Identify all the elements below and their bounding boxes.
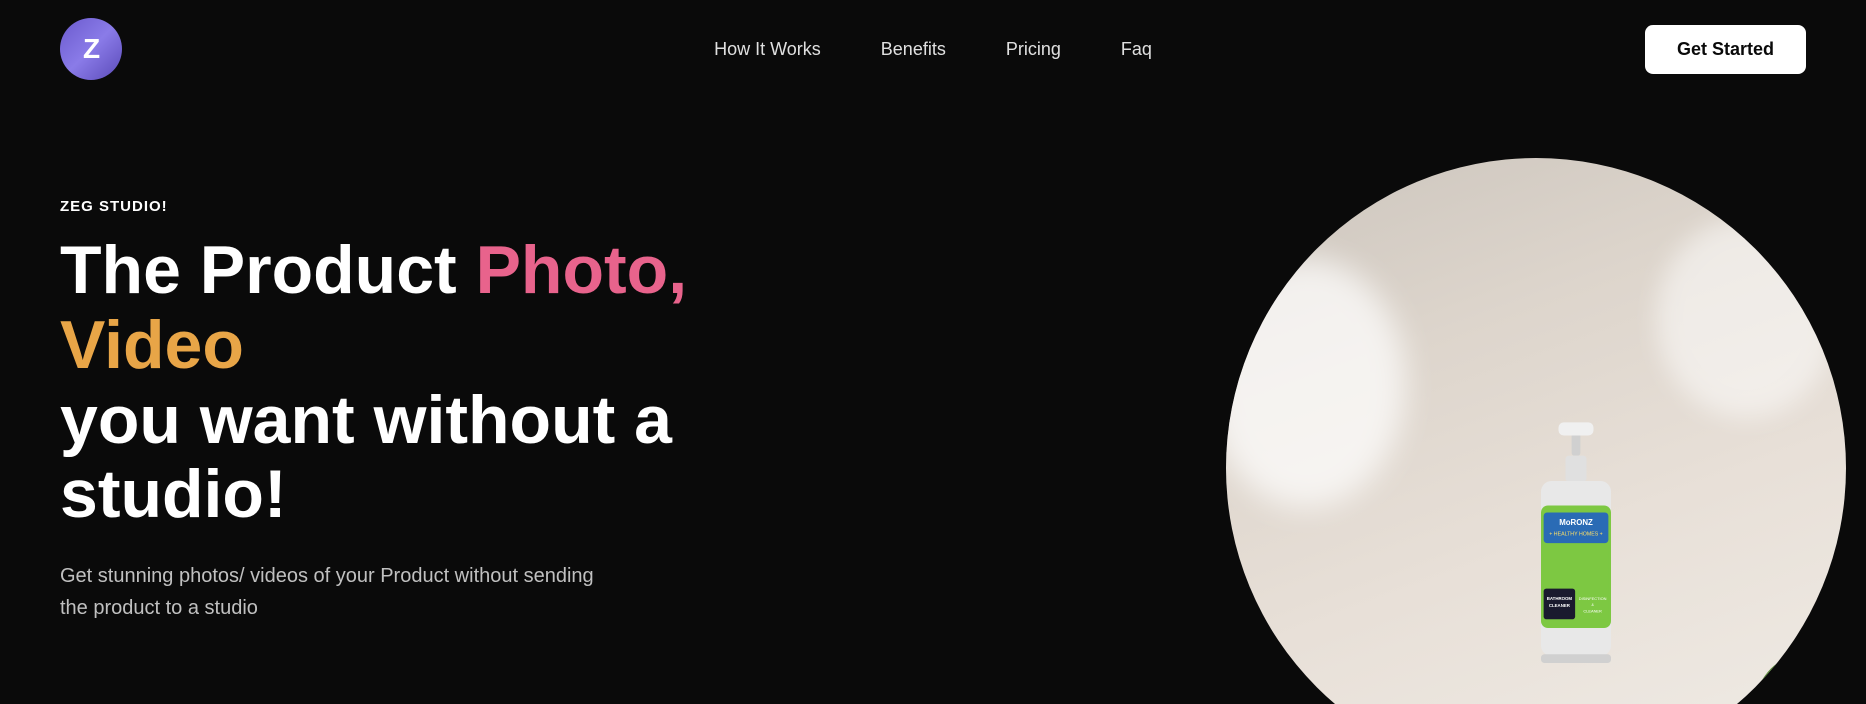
hero-section: ZEG STUDIO! The Product Photo, Video you… (0, 98, 1866, 704)
leaf-right-icon (1726, 628, 1826, 704)
get-started-button[interactable]: Get Started (1645, 25, 1806, 74)
svg-text:BATHROOM: BATHROOM (1547, 596, 1573, 601)
leaf-left-icon (1256, 638, 1336, 704)
svg-text:CLEANER: CLEANER (1549, 603, 1571, 608)
nav-how-it-works[interactable]: How It Works (714, 39, 821, 60)
svg-text:CLEANER: CLEANER (1583, 608, 1602, 613)
nav-links: How It Works Benefits Pricing Faq (714, 39, 1152, 60)
svg-text:MoRONZ: MoRONZ (1559, 518, 1593, 527)
fluffy-decoration-right (1656, 218, 1836, 418)
svg-text:DISINFECTION: DISINFECTION (1579, 596, 1607, 601)
logo-letter: Z (83, 33, 99, 65)
hero-title-line2: you want without a studio! (60, 382, 672, 533)
nav-faq[interactable]: Faq (1121, 39, 1152, 60)
hero-title-part1: The Product (60, 232, 476, 308)
hero-content: ZEG STUDIO! The Product Photo, Video you… (60, 158, 860, 624)
studio-label: ZEG STUDIO! (60, 198, 860, 215)
navbar: Z How It Works Benefits Pricing Faq Get … (0, 0, 1866, 98)
hero-subtitle: Get stunning photos/ videos of your Prod… (60, 560, 620, 624)
logo-circle: Z (60, 18, 122, 80)
svg-text:+ HEALTHY HOMES +: + HEALTHY HOMES + (1549, 531, 1603, 537)
hero-title: The Product Photo, Video you want withou… (60, 233, 860, 532)
product-bottle: MoRONZ + HEALTHY HOMES + BATHROOM CLEANE… (1476, 418, 1676, 704)
nav-benefits[interactable]: Benefits (881, 39, 946, 60)
product-circle-bg: MoRONZ + HEALTHY HOMES + BATHROOM CLEANE… (1226, 158, 1846, 704)
nav-pricing[interactable]: Pricing (1006, 39, 1061, 60)
logo[interactable]: Z (60, 18, 122, 80)
hero-title-photo: Photo, (476, 232, 688, 308)
fluffy-decoration-left (1226, 258, 1406, 508)
hero-title-video: Video (60, 307, 244, 383)
hero-image-container: MoRONZ + HEALTHY HOMES + BATHROOM CLEANE… (1106, 158, 1806, 704)
